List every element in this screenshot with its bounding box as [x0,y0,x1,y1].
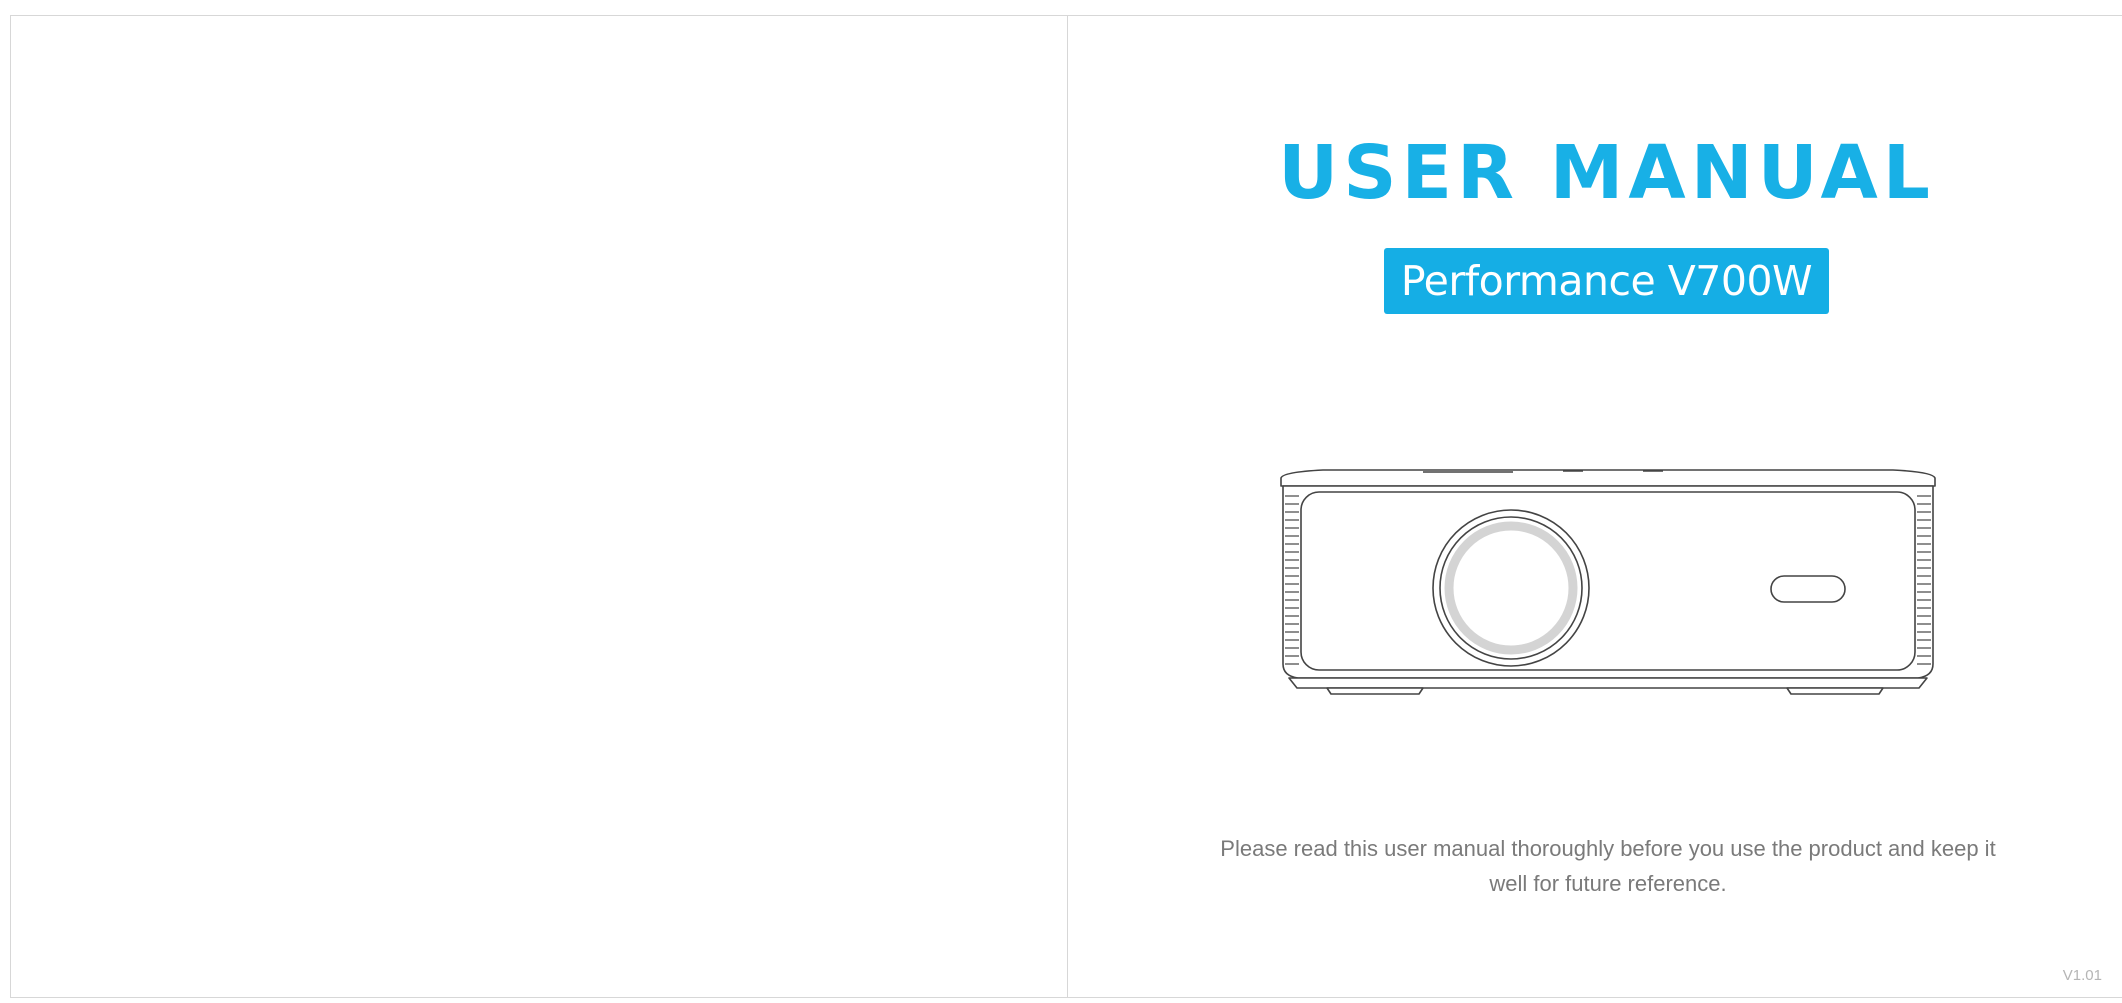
manual-spread: USER MANUAL Performance V700W Please rea… [10,15,2122,998]
read-manual-notice: Please read this user manual thoroughly … [1220,836,1996,896]
projector-icon [1280,469,1936,695]
version-label: V1.01 [2062,967,2102,984]
model-badge: Performance V700W [1383,248,1830,314]
model-badge-container: Performance V700W [1068,248,2122,314]
manual-title: USER MANUAL [1278,130,1935,216]
cover-page: USER MANUAL Performance V700W Please rea… [1068,16,2122,997]
blank-back-page [11,16,1068,997]
